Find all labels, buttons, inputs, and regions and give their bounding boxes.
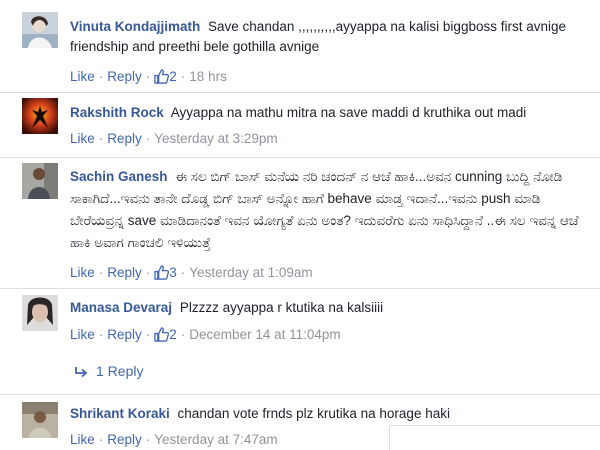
thumbs-up-icon — [154, 265, 170, 283]
separator-dot: · — [145, 432, 151, 447]
separator-dot: · — [180, 327, 186, 342]
separator-dot: · — [98, 131, 104, 146]
avatar[interactable] — [22, 402, 58, 438]
like-count-value: 2 — [169, 327, 177, 342]
separator-dot: · — [145, 69, 151, 84]
separator-dot: · — [180, 69, 186, 84]
comment-body: Sachin Ganesh ಈ ಸಲ ಬಿಗ್ ಬಾಸ್ ಮನೆಯ ನರಿ ಚಂ… — [70, 166, 588, 254]
like-count[interactable]: 3 — [154, 265, 177, 280]
comment-time[interactable]: December 14 at 11:04pm — [189, 327, 340, 342]
comment-item: Vinuta Kondajjimath Save chandan ,,,,,,,… — [0, 0, 600, 92]
like-link[interactable]: Like — [70, 131, 95, 146]
comment-author[interactable]: Rakshith Rock — [70, 105, 164, 120]
comment-item: Manasa Devaraj Plzzzz ayyappa r ktutika … — [0, 289, 600, 393]
comment-body: Manasa Devaraj Plzzzz ayyappa r ktutika … — [70, 298, 588, 318]
thumbs-up-icon — [154, 69, 170, 87]
like-link[interactable]: Like — [70, 432, 95, 447]
separator-dot: · — [98, 327, 104, 342]
separator-dot: · — [145, 327, 151, 342]
comment-actions: Like · Reply · 2 · 18 hrs — [70, 69, 227, 87]
comment-body: Rakshith Rock Ayyappa na mathu mitra na … — [70, 103, 588, 123]
avatar[interactable] — [22, 163, 58, 199]
comment-author[interactable]: Manasa Devaraj — [70, 300, 172, 315]
avatar[interactable] — [22, 98, 58, 134]
reply-link[interactable]: Reply — [107, 131, 142, 146]
reply-link[interactable]: Reply — [107, 265, 142, 280]
comment-item: Rakshith Rock Ayyappa na mathu mitra na … — [0, 93, 600, 157]
comment-time[interactable]: 18 hrs — [189, 69, 227, 84]
comment-actions: Like · Reply · 2 · December 14 at 11:04pm — [70, 327, 341, 345]
like-count[interactable]: 2 — [154, 327, 177, 342]
comment-actions: Like · Reply · Yesterday at 7:47am — [70, 432, 278, 447]
comment-actions: Like · Reply · 3 · Yesterday at 1:09am — [70, 265, 313, 283]
comment-time[interactable]: Yesterday at 3:29pm — [154, 131, 277, 146]
view-replies-link[interactable]: 1 Reply — [74, 363, 143, 381]
reply-link[interactable]: Reply — [107, 432, 142, 447]
comment-body: Shrikant Koraki chandan vote frnds plz k… — [70, 404, 588, 424]
comment-item: Sachin Ganesh ಈ ಸಲ ಬಿಗ್ ಬಾಸ್ ಮನೆಯ ನರಿ ಚಂ… — [0, 158, 600, 286]
comment-author[interactable]: Vinuta Kondajjimath — [70, 19, 200, 34]
comment-text: Plzzzz ayyappa r ktutika na kalsiiii — [179, 300, 384, 315]
reply-link[interactable]: Reply — [107, 327, 142, 342]
separator-dot: · — [98, 69, 104, 84]
reply-link[interactable]: Reply — [107, 69, 142, 84]
separator-dot: · — [98, 265, 104, 280]
reply-box-edge — [389, 425, 600, 450]
reply-arrow-icon — [74, 365, 88, 381]
replies-count: 1 Reply — [96, 363, 144, 379]
comment-time[interactable]: Yesterday at 1:09am — [189, 265, 312, 280]
like-count-value: 2 — [169, 69, 177, 84]
like-count[interactable]: 2 — [154, 69, 177, 84]
separator-dot: · — [145, 265, 151, 280]
avatar[interactable] — [22, 12, 58, 48]
like-link[interactable]: Like — [70, 327, 95, 342]
separator-dot: · — [180, 265, 186, 280]
comment-text: Ayyappa na mathu mitra na save maddi d k… — [170, 105, 527, 120]
separator-dot: · — [98, 432, 104, 447]
like-count-value: 3 — [169, 265, 177, 280]
separator-dot: · — [145, 131, 151, 146]
like-link[interactable]: Like — [70, 69, 95, 84]
comment-time[interactable]: Yesterday at 7:47am — [154, 432, 277, 447]
comment-body: Vinuta Kondajjimath Save chandan ,,,,,,,… — [70, 17, 588, 56]
comment-author[interactable]: Shrikant Koraki — [70, 406, 170, 421]
comment-actions: Like · Reply · Yesterday at 3:29pm — [70, 131, 278, 146]
comment-author[interactable]: Sachin Ganesh — [70, 169, 168, 184]
comment-text: chandan vote frnds plz krutika na horage… — [177, 406, 450, 421]
avatar[interactable] — [22, 295, 58, 331]
like-link[interactable]: Like — [70, 265, 95, 280]
thumbs-up-icon — [154, 327, 170, 345]
